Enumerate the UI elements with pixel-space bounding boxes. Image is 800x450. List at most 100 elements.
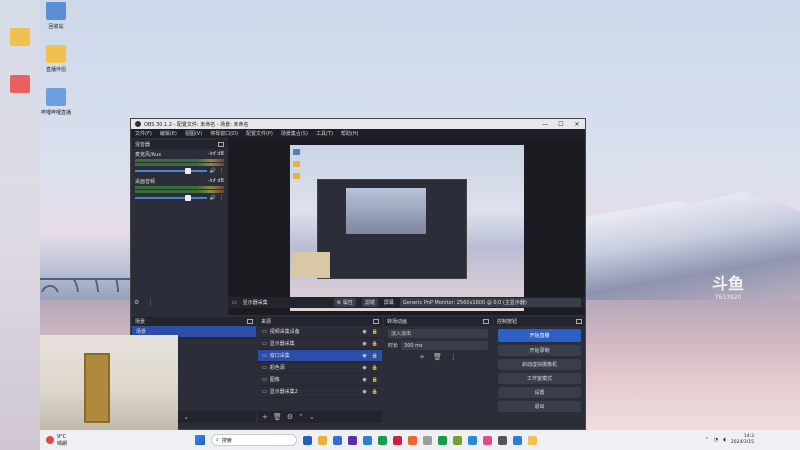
source-type-icon: ▭ bbox=[262, 388, 267, 395]
taskbar-app-icon[interactable] bbox=[393, 435, 402, 445]
add-transition-icon[interactable]: + bbox=[419, 353, 425, 361]
level-meter bbox=[135, 159, 224, 162]
mixer-settings-icon[interactable]: ⚙ bbox=[134, 299, 139, 306]
source-item[interactable]: ▭ 显示器采集2 ◉ 🔒 bbox=[258, 386, 382, 398]
visibility-icon[interactable]: ◉ bbox=[362, 365, 366, 371]
taskbar-app-icon[interactable] bbox=[423, 435, 432, 445]
taskbar-app-icon[interactable] bbox=[333, 435, 342, 445]
control-button[interactable]: 工作室模式 bbox=[498, 373, 581, 384]
lock-icon[interactable]: 🔒 bbox=[372, 329, 378, 335]
remove-transition-icon[interactable]: 🗑 bbox=[433, 353, 442, 361]
taskbar-app-icon[interactable] bbox=[468, 435, 477, 445]
popout-icon[interactable] bbox=[373, 319, 379, 324]
lock-icon[interactable]: 🔒 bbox=[372, 389, 378, 395]
taskbar-app-icon[interactable] bbox=[528, 435, 537, 445]
popout-icon[interactable] bbox=[576, 319, 582, 324]
desktop-icon[interactable]: 回收站 bbox=[36, 2, 76, 30]
minimize-icon[interactable]: — bbox=[537, 121, 553, 128]
source-settings-icon[interactable]: ⚙ bbox=[287, 413, 293, 421]
source-item[interactable]: ▭ 窗口采集 ◉ 🔒 bbox=[258, 350, 382, 362]
control-button[interactable]: 开始直播 bbox=[498, 329, 581, 342]
menu-item[interactable]: 文件(F) bbox=[135, 130, 152, 137]
menu-item[interactable]: 停靠窗口(D) bbox=[210, 130, 238, 137]
taskbar-app-icon[interactable] bbox=[348, 435, 357, 445]
taskbar-app-icon[interactable] bbox=[453, 435, 462, 445]
clock[interactable]: 14:3 2024/3/15 bbox=[731, 434, 754, 446]
filters-button[interactable]: 滤镜 bbox=[361, 298, 378, 307]
duration-field[interactable]: 300 ms bbox=[401, 341, 488, 350]
speaker-icon[interactable]: 🔊 bbox=[210, 195, 216, 201]
visibility-icon[interactable]: ◉ bbox=[362, 341, 366, 347]
lock-icon[interactable]: 🔒 bbox=[372, 353, 378, 359]
control-button[interactable]: 退出 bbox=[498, 401, 581, 412]
volume-knob[interactable] bbox=[185, 195, 192, 201]
weather-widget[interactable]: 9°C 晴朗 bbox=[40, 434, 140, 447]
volume-icon[interactable]: ◖ bbox=[723, 437, 726, 443]
start-button[interactable] bbox=[195, 435, 205, 445]
close-icon[interactable]: ✕ bbox=[569, 121, 585, 128]
visibility-icon[interactable]: ◉ bbox=[362, 353, 366, 359]
channel-menu-icon[interactable]: ⋮ bbox=[219, 195, 224, 201]
taskbar-app-icon[interactable] bbox=[378, 435, 387, 445]
visibility-icon[interactable]: ◉ bbox=[362, 329, 366, 335]
maximize-icon[interactable]: ☐ bbox=[553, 121, 569, 128]
visibility-icon[interactable]: ◉ bbox=[362, 389, 366, 395]
popout-icon[interactable] bbox=[483, 319, 489, 324]
lock-icon[interactable]: 🔒 bbox=[372, 377, 378, 383]
menu-item[interactable]: 视图(V) bbox=[185, 130, 202, 137]
monitor-icon: ▭ bbox=[232, 299, 237, 306]
taskbar-app-icon[interactable] bbox=[513, 435, 522, 445]
volume-slider[interactable] bbox=[135, 168, 207, 174]
obs-window: OBS 30.1.2 - 配置文件: 未命名 - 场景: 未命名 — ☐ ✕ 文… bbox=[130, 118, 586, 430]
volume-knob[interactable] bbox=[185, 168, 192, 174]
source-item[interactable]: ▭ 图像 ◉ 🔒 bbox=[258, 374, 382, 386]
network-icon[interactable]: ◔ bbox=[714, 437, 718, 443]
tray-chevron-icon[interactable]: ⌃ bbox=[705, 437, 709, 443]
control-button[interactable]: 设置 bbox=[498, 387, 581, 398]
popout-icon[interactable] bbox=[247, 319, 253, 324]
source-item[interactable]: ▭ 视频采集设备 ◉ 🔒 bbox=[258, 326, 382, 338]
taskbar-app-icon[interactable] bbox=[318, 435, 327, 445]
taskbar-app-icon[interactable] bbox=[363, 435, 372, 445]
volume-slider[interactable] bbox=[135, 195, 207, 201]
taskbar-search[interactable]: ⌕ 搜索 bbox=[211, 434, 297, 446]
taskbar-app-icon[interactable] bbox=[408, 435, 417, 445]
taskbar-app-icon[interactable] bbox=[498, 435, 507, 445]
desktop-icon[interactable] bbox=[0, 75, 40, 96]
taskbar-app-icon[interactable] bbox=[483, 435, 492, 445]
screen-select[interactable]: Generic PnP Monitor: 2560x1600 @ 0,0 (主显… bbox=[399, 298, 581, 307]
source-item[interactable]: ▭ 颜色源 ◉ 🔒 bbox=[258, 362, 382, 374]
level-meter bbox=[135, 186, 224, 189]
mixer-menu-icon[interactable]: ⋮ bbox=[147, 299, 153, 306]
desktop-icon[interactable]: 直播伴侣 bbox=[36, 45, 76, 73]
control-button[interactable]: 开始录制 bbox=[498, 345, 581, 356]
taskbar-app-icon[interactable] bbox=[303, 435, 312, 445]
channel-menu-icon[interactable]: ⋮ bbox=[219, 168, 224, 174]
lock-icon[interactable]: 🔒 bbox=[372, 341, 378, 347]
desktop-icon[interactable] bbox=[0, 28, 40, 49]
menu-item[interactable]: 工具(T) bbox=[316, 130, 333, 137]
move-up-icon[interactable]: ⌃ bbox=[298, 413, 304, 421]
menu-item[interactable]: 配置文件(P) bbox=[246, 130, 273, 137]
taskbar-app-icon[interactable] bbox=[438, 435, 447, 445]
properties-button[interactable]: ⚙ 属性 bbox=[333, 298, 356, 307]
lock-icon[interactable]: 🔒 bbox=[372, 365, 378, 371]
visibility-icon[interactable]: ◉ bbox=[362, 377, 366, 383]
menu-item[interactable]: 帮助(H) bbox=[341, 130, 359, 137]
desktop-icon[interactable]: 哔哩哔哩直播 bbox=[36, 88, 76, 116]
control-button[interactable]: 启动虚拟摄像机 bbox=[498, 359, 581, 370]
menu-item[interactable]: 场景集合(S) bbox=[281, 130, 308, 137]
move-down-icon[interactable]: ⌄ bbox=[309, 413, 315, 421]
speaker-icon[interactable]: 🔊 bbox=[210, 168, 216, 174]
desktop-app-icon bbox=[10, 75, 30, 93]
menu-item[interactable]: 编辑(E) bbox=[160, 130, 177, 137]
add-source-icon[interactable]: + bbox=[262, 413, 268, 421]
remove-source-icon[interactable]: 🗑 bbox=[273, 413, 282, 421]
transition-type-select[interactable]: 淡入淡出 bbox=[388, 329, 488, 338]
menu-bar: 文件(F) 编辑(E) 视图(V) 停靠窗口(D) 配置文件(P) 场景集合(S) 工具(T… bbox=[131, 129, 585, 138]
transition-menu-icon[interactable]: ⋮ bbox=[450, 353, 457, 361]
source-item[interactable]: ▭ 显示器采集 ◉ 🔒 bbox=[258, 338, 382, 350]
popout-icon[interactable] bbox=[218, 142, 224, 147]
preview-area[interactable] bbox=[228, 138, 585, 315]
move-down-icon[interactable]: ⌄ bbox=[183, 413, 189, 421]
